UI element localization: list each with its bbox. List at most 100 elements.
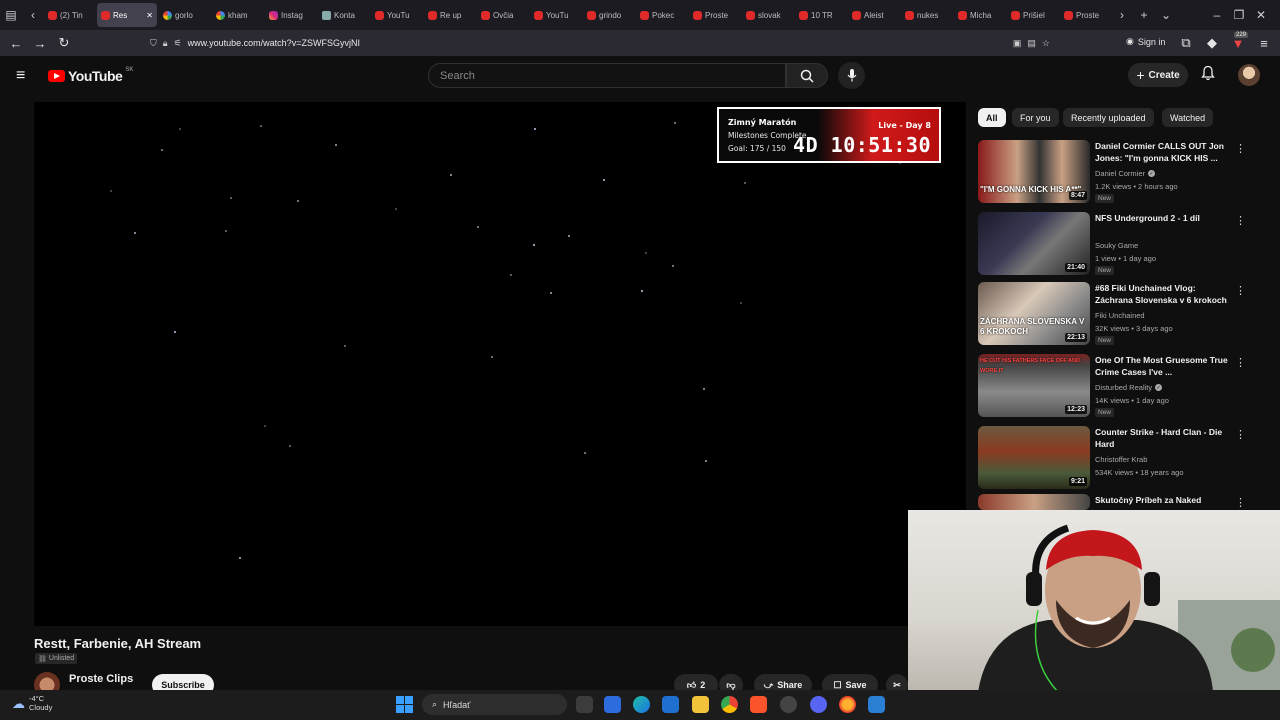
taskbar-search[interactable]: ⌕ Hľadať xyxy=(422,694,567,715)
more-options-icon[interactable]: ⋮ xyxy=(1235,284,1246,297)
chip-for-you[interactable]: For you xyxy=(1012,108,1059,127)
url-text[interactable]: www.youtube.com/watch?v=ZSWFSGyvjNI xyxy=(188,38,360,48)
steam-icon[interactable] xyxy=(780,696,797,713)
video-thumbnail[interactable] xyxy=(978,494,1090,510)
create-button[interactable]: + Create xyxy=(1128,63,1188,87)
recommendation-title[interactable]: NFS Underground 2 - 1 díl xyxy=(1095,212,1233,224)
browser-tab[interactable]: Micha xyxy=(954,3,1005,27)
browser-tab[interactable]: Prišiel xyxy=(1007,3,1058,27)
edge-icon[interactable] xyxy=(633,696,650,713)
shield-icon[interactable]: ⛉ xyxy=(150,38,157,49)
recommendation-channel[interactable]: Christoffer Krab xyxy=(1095,455,1147,464)
chip-all[interactable]: All xyxy=(978,108,1006,127)
browser-tab[interactable]: YouTu xyxy=(371,3,422,27)
recommendation-item[interactable]: 21:40 NFS Underground 2 - 1 díl Souky Game… xyxy=(978,212,1248,276)
search-input[interactable]: Search xyxy=(428,63,786,88)
maximize-icon[interactable]: ❐ xyxy=(1228,4,1250,26)
browser-tab[interactable]: Proste xyxy=(1060,3,1111,27)
video-thumbnail[interactable]: 21:40 xyxy=(978,212,1090,275)
browser-tab[interactable]: Proste xyxy=(689,3,740,27)
weather-widget[interactable]: ☁ -4°C Cloudy xyxy=(12,694,52,712)
voice-search-button[interactable] xyxy=(838,62,865,89)
close-tab-icon[interactable]: ✕ xyxy=(146,11,153,20)
recommendation-title[interactable]: One Of The Most Gruesome True Crime Case… xyxy=(1095,354,1233,378)
recommendation-title[interactable]: Skutočný Príbeh za Naked xyxy=(1095,494,1233,506)
recommendation-item[interactable]: ZÁCHRANA SLOVENSKA V 6 KROKOCH 22:13 #68 F… xyxy=(978,282,1248,346)
recommendation-channel[interactable]: Fiki Unchained xyxy=(1095,311,1145,320)
new-tab-icon[interactable]: + xyxy=(1133,4,1155,26)
bookmark-star-icon[interactable]: ☆ xyxy=(1042,38,1050,49)
browser-tab[interactable]: Res ✕ xyxy=(97,3,157,27)
recommendation-title[interactable]: #68 Fiki Unchained Vlog: Záchrana Sloven… xyxy=(1095,282,1233,306)
photos-icon[interactable] xyxy=(662,696,679,713)
shield-extension-icon[interactable]: ◆ xyxy=(1200,31,1224,55)
more-options-icon[interactable]: ⋮ xyxy=(1235,214,1246,227)
tab-scroll-right-icon[interactable]: › xyxy=(1111,4,1133,26)
browser-tab[interactable]: Ovčia xyxy=(477,3,528,27)
recommendation-channel[interactable]: Souky Game xyxy=(1095,241,1138,250)
browser-tab[interactable]: Instag xyxy=(265,3,316,27)
minimize-icon[interactable]: – xyxy=(1206,4,1228,26)
youtube-logo[interactable]: YouTube SK xyxy=(48,67,133,84)
sign-in-button[interactable]: ◉ Sign in xyxy=(1126,36,1165,47)
address-bar[interactable]: ⛉ 🔒︎ ⚟ www.youtube.com/watch?v=ZSWFSGyvj… xyxy=(150,33,1050,53)
browser-tab[interactable]: YouTu xyxy=(530,3,581,27)
more-options-icon[interactable]: ⋮ xyxy=(1235,428,1246,441)
more-options-icon[interactable]: ⋮ xyxy=(1235,142,1246,155)
search-button[interactable] xyxy=(786,63,828,88)
recommendation-item[interactable]: "I'M GONNA KICK HIS A**" 8:47 Daniel Cormi… xyxy=(978,140,1248,204)
page-settings-icon[interactable]: ⚟ xyxy=(174,38,182,49)
brave-icon[interactable] xyxy=(750,696,767,713)
recommendation-channel[interactable]: Daniel Cormier ✓ xyxy=(1095,169,1156,178)
notepad-icon[interactable] xyxy=(868,696,885,713)
menu-icon[interactable]: ≡ xyxy=(1252,31,1276,55)
browser-tab[interactable]: Konta xyxy=(318,3,369,27)
tab-overflow-icon[interactable]: ⌄ xyxy=(1155,4,1177,26)
reload-icon[interactable]: ↻ xyxy=(52,31,76,55)
hamburger-menu-icon[interactable]: ≡ xyxy=(16,67,25,85)
windows-start-icon[interactable] xyxy=(396,696,413,713)
video-thumbnail[interactable]: 9:21 xyxy=(978,426,1090,489)
chip-watched[interactable]: Watched xyxy=(1162,108,1214,127)
video-player[interactable] xyxy=(34,102,966,626)
browser-tab[interactable]: Aleist xyxy=(848,3,899,27)
picture-in-picture-icon[interactable]: ▣ xyxy=(1013,38,1022,49)
firefox-icon[interactable] xyxy=(839,696,856,713)
more-options-icon[interactable]: ⋮ xyxy=(1235,356,1246,369)
recommendation-item[interactable]: 9:21 Counter Strike - Hard Clan - Die Har… xyxy=(978,426,1248,490)
tab-list-icon[interactable]: ▤ xyxy=(0,4,22,26)
reader-view-icon[interactable]: ▤ xyxy=(1027,38,1036,49)
browser-tab[interactable]: slovak xyxy=(742,3,793,27)
more-options-icon[interactable]: ⋮ xyxy=(1235,496,1246,509)
task-view-icon[interactable] xyxy=(576,696,593,713)
lock-icon[interactable]: 🔒︎ xyxy=(163,38,168,49)
browser-tab[interactable]: kham xyxy=(212,3,263,27)
user-avatar[interactable] xyxy=(1238,64,1260,86)
browser-tab[interactable]: nukes xyxy=(901,3,952,27)
back-icon[interactable]: ← xyxy=(4,31,28,55)
browser-tab[interactable]: Re up xyxy=(424,3,475,27)
browser-tab[interactable]: gorlo xyxy=(159,3,210,27)
recommendation-channel[interactable]: Disturbed Reality ✓ xyxy=(1095,383,1163,392)
store-icon[interactable] xyxy=(604,696,621,713)
extensions-icon[interactable]: ⧉ xyxy=(1174,31,1198,55)
discord-icon[interactable] xyxy=(810,696,827,713)
close-window-icon[interactable]: ✕ xyxy=(1250,4,1272,26)
browser-tab[interactable]: Pokec xyxy=(636,3,687,27)
browser-tab[interactable]: grindo xyxy=(583,3,634,27)
browser-tab[interactable]: (2) Tin xyxy=(44,3,95,27)
video-thumbnail[interactable]: HE CUT HIS FATHERS FACE OFF AND WORE IT 1… xyxy=(978,354,1090,417)
tab-scroll-left-icon[interactable]: ‹ xyxy=(22,4,44,26)
file-explorer-icon[interactable] xyxy=(692,696,709,713)
recommendation-title[interactable]: Daniel Cormier CALLS OUT Jon Jones: "I'm… xyxy=(1095,140,1233,164)
recommendation-item[interactable]: HE CUT HIS FATHERS FACE OFF AND WORE IT 1… xyxy=(978,354,1248,418)
video-thumbnail[interactable]: ZÁCHRANA SLOVENSKA V 6 KROKOCH 22:13 xyxy=(978,282,1090,345)
chrome-icon[interactable] xyxy=(721,696,738,713)
channel-name[interactable]: Proste Clips xyxy=(69,673,133,685)
recommendation-title[interactable]: Counter Strike - Hard Clan - Die Hard xyxy=(1095,426,1233,450)
forward-icon[interactable]: → xyxy=(28,31,52,55)
recommendation-item[interactable]: Skutočný Príbeh za Naked ⋮ xyxy=(978,494,1248,510)
browser-tab[interactable]: 10 TR xyxy=(795,3,846,27)
video-thumbnail[interactable]: "I'M GONNA KICK HIS A**" 8:47 xyxy=(978,140,1090,203)
chip-recently-uploaded[interactable]: Recently uploaded xyxy=(1063,108,1154,127)
